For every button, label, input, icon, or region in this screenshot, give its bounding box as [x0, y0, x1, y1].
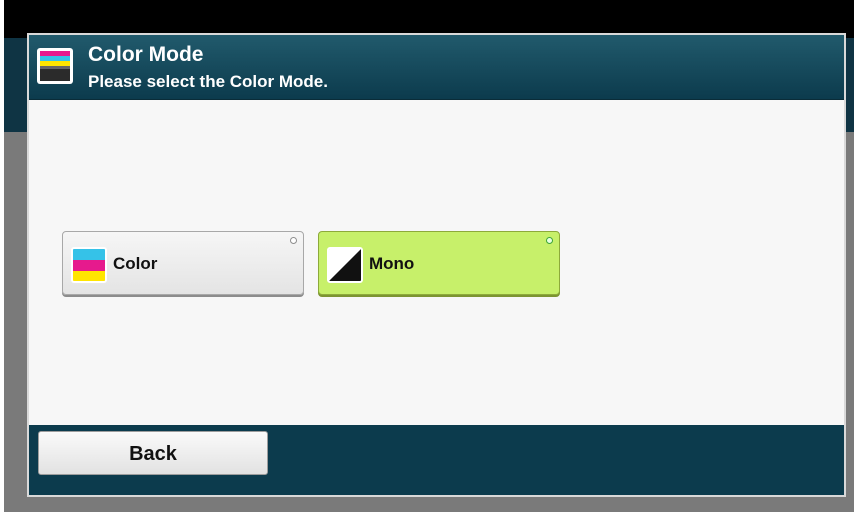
dialog-footer: Back	[29, 425, 844, 495]
mono-option-button[interactable]: Mono	[318, 231, 560, 295]
page-subtitle: Please select the Color Mode.	[88, 72, 328, 91]
page-title: Color Mode	[88, 43, 204, 66]
unselected-indicator	[290, 237, 297, 244]
dialog-header: Color Mode Please select the Color Mode.	[29, 35, 844, 100]
color-option-button[interactable]: Color	[62, 231, 304, 295]
mono-icon	[327, 247, 363, 283]
device-screen: Color Mode Please select the Color Mode.…	[4, 0, 854, 512]
mono-option-label: Mono	[369, 254, 415, 273]
back-button[interactable]: Back	[38, 431, 268, 475]
color-mode-icon	[37, 48, 73, 84]
color-mode-dialog: Color Mode Please select the Color Mode.…	[27, 33, 846, 497]
color-icon	[71, 247, 107, 283]
color-option-label: Color	[113, 254, 158, 273]
selected-indicator	[546, 237, 553, 244]
